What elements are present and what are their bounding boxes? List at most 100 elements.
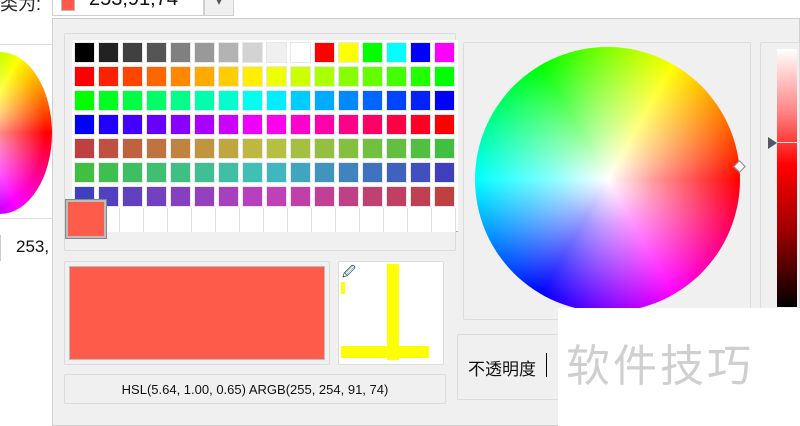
palette-swatch[interactable] (146, 90, 167, 111)
palette-swatch[interactable] (194, 66, 215, 87)
palette-swatch[interactable] (314, 138, 335, 159)
palette-swatch[interactable] (362, 66, 383, 87)
palette-swatch[interactable] (146, 42, 167, 63)
color-combo-input[interactable]: 253,91,74 (52, 0, 204, 16)
palette-swatch[interactable] (74, 42, 95, 63)
palette-swatch[interactable] (410, 66, 431, 87)
custom-color-slot[interactable] (336, 208, 360, 232)
palette-swatch[interactable] (122, 186, 143, 207)
palette-swatch[interactable] (386, 162, 407, 183)
palette-swatch[interactable] (122, 42, 143, 63)
palette-swatch[interactable] (290, 186, 311, 207)
custom-color-slot[interactable] (384, 208, 408, 232)
palette-swatch[interactable] (434, 114, 455, 135)
palette-swatch[interactable] (314, 42, 335, 63)
palette-swatch[interactable] (266, 66, 287, 87)
palette-swatch[interactable] (338, 114, 359, 135)
palette-swatch[interactable] (338, 42, 359, 63)
palette-swatch[interactable] (170, 138, 191, 159)
palette-swatch[interactable] (434, 138, 455, 159)
palette-swatch[interactable] (146, 66, 167, 87)
palette-swatch[interactable] (266, 42, 287, 63)
palette-swatch[interactable] (242, 186, 263, 207)
color-combo-dropdown-button[interactable]: ▾ (204, 0, 234, 16)
palette-swatch[interactable] (98, 114, 119, 135)
palette-swatch[interactable] (170, 162, 191, 183)
palette-swatch[interactable] (242, 138, 263, 159)
custom-color-slot[interactable] (216, 208, 240, 232)
palette-swatch[interactable] (266, 90, 287, 111)
palette-swatch[interactable] (362, 138, 383, 159)
palette-swatch[interactable] (170, 186, 191, 207)
palette-swatch[interactable] (146, 138, 167, 159)
palette-swatch[interactable] (386, 90, 407, 111)
custom-color-slot[interactable] (192, 208, 216, 232)
palette-swatch[interactable] (266, 162, 287, 183)
palette-swatch[interactable] (314, 90, 335, 111)
palette-swatch[interactable] (338, 90, 359, 111)
palette-swatch[interactable] (194, 162, 215, 183)
palette-swatch[interactable] (194, 90, 215, 111)
palette-swatch[interactable] (410, 42, 431, 63)
palette-swatch[interactable] (146, 186, 167, 207)
palette-swatch[interactable] (290, 66, 311, 87)
palette-swatch[interactable] (146, 114, 167, 135)
palette-swatch[interactable] (170, 66, 191, 87)
palette-swatch[interactable] (122, 114, 143, 135)
eyedropper-panel[interactable]: 🖉 (338, 261, 444, 365)
custom-color-slot[interactable] (120, 208, 144, 232)
palette-swatch[interactable] (194, 114, 215, 135)
palette-swatch[interactable] (314, 114, 335, 135)
palette-swatch[interactable] (314, 186, 335, 207)
selected-custom-color[interactable] (65, 199, 107, 239)
palette-swatch[interactable] (218, 162, 239, 183)
palette-swatch[interactable] (242, 66, 263, 87)
palette-swatch[interactable] (74, 138, 95, 159)
palette-swatch[interactable] (290, 42, 311, 63)
palette-swatch[interactable] (434, 162, 455, 183)
custom-color-slot[interactable] (144, 208, 168, 232)
palette-swatch[interactable] (410, 90, 431, 111)
color-wheel[interactable] (475, 47, 740, 312)
palette-swatch[interactable] (98, 162, 119, 183)
palette-swatch[interactable] (170, 42, 191, 63)
palette-swatch[interactable] (434, 42, 455, 63)
palette-swatch[interactable] (386, 186, 407, 207)
palette-swatch[interactable] (338, 138, 359, 159)
palette-swatch[interactable] (218, 114, 239, 135)
palette-swatch[interactable] (98, 42, 119, 63)
palette-swatch[interactable] (194, 186, 215, 207)
palette-swatch[interactable] (146, 162, 167, 183)
palette-swatch[interactable] (98, 138, 119, 159)
palette-swatch[interactable] (242, 90, 263, 111)
palette-swatch[interactable] (122, 90, 143, 111)
palette-swatch[interactable] (410, 162, 431, 183)
custom-color-slot[interactable] (264, 208, 288, 232)
palette-swatch[interactable] (266, 138, 287, 159)
palette-swatch[interactable] (218, 186, 239, 207)
custom-color-slot[interactable] (408, 208, 432, 232)
palette-swatch[interactable] (290, 114, 311, 135)
palette-swatch[interactable] (122, 66, 143, 87)
palette-swatch[interactable] (362, 90, 383, 111)
custom-color-slot[interactable] (240, 208, 264, 232)
palette-swatch[interactable] (386, 138, 407, 159)
palette-swatch[interactable] (74, 162, 95, 183)
custom-color-slot[interactable] (288, 208, 312, 232)
custom-color-slot[interactable] (432, 208, 456, 232)
palette-swatch[interactable] (218, 90, 239, 111)
custom-color-slot[interactable] (360, 208, 384, 232)
palette-swatch[interactable] (290, 90, 311, 111)
palette-swatch[interactable] (410, 186, 431, 207)
palette-swatch[interactable] (242, 162, 263, 183)
palette-swatch[interactable] (338, 162, 359, 183)
palette-swatch[interactable] (386, 66, 407, 87)
palette-swatch[interactable] (362, 162, 383, 183)
palette-swatch[interactable] (410, 114, 431, 135)
palette-swatch[interactable] (74, 90, 95, 111)
palette-swatch[interactable] (434, 90, 455, 111)
palette-swatch[interactable] (242, 114, 263, 135)
palette-swatch[interactable] (170, 114, 191, 135)
brightness-slider-thumb[interactable] (768, 137, 777, 149)
palette-swatch[interactable] (434, 66, 455, 87)
